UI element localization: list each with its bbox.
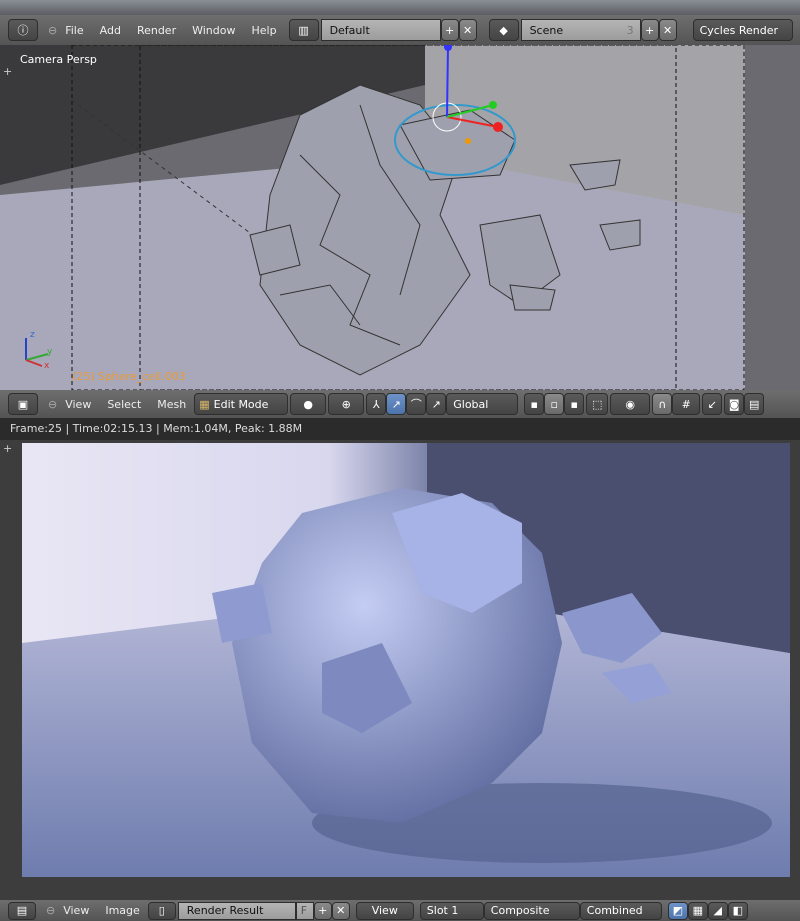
mode-label: Edit Mode	[213, 397, 269, 411]
render-animation-icon[interactable]: ▤	[744, 393, 765, 415]
unlink-image-button[interactable]: ✕	[331, 901, 350, 920]
pivot-point-select[interactable]: ⊕	[328, 393, 365, 415]
draw-alpha-checker-icon[interactable]: ▦	[687, 901, 708, 920]
menu-view[interactable]: View	[65, 398, 91, 411]
scene-icon[interactable]: ◆	[488, 19, 519, 41]
layout-field[interactable]: Default	[320, 19, 441, 41]
menu-add[interactable]: Add	[100, 24, 121, 37]
editor-type-image-icon[interactable]: ▤	[8, 901, 36, 920]
editor-type-info-icon[interactable]: ⓘ	[8, 19, 38, 41]
slot-select[interactable]: Slot 1	[419, 901, 484, 920]
collapse-icon[interactable]: ⊖	[48, 398, 57, 411]
image-editor-header: ▤ ⊖ View Image ▯ Render Result F + ✕ Vie…	[0, 900, 800, 921]
fake-user-button[interactable]: F	[295, 901, 314, 920]
menu-render[interactable]: Render	[137, 24, 176, 37]
rotate-manipulator-icon[interactable]: ⌒	[406, 393, 427, 415]
screen-layout-icon[interactable]: ▥	[288, 19, 319, 41]
browse-image-icon[interactable]: ▯	[147, 901, 176, 920]
scene-users-count: 3	[626, 23, 634, 37]
render-layer-select[interactable]: Composite	[483, 901, 580, 920]
rendered-scene	[22, 443, 790, 877]
view-label: Camera Persp	[20, 53, 97, 66]
image-name-field[interactable]: Render Result	[177, 901, 296, 920]
manipulator-toggle-icon[interactable]: ⅄	[366, 393, 387, 415]
mode-select[interactable]: ▦ Edit Mode	[194, 393, 289, 415]
menu-select[interactable]: Select	[107, 398, 141, 411]
edit-mode-icon: ▦	[199, 397, 210, 411]
menu-window[interactable]: Window	[192, 24, 235, 37]
add-scene-button[interactable]: +	[640, 19, 659, 41]
viewport-header: ▣ ⊖ View Select Mesh ▦ Edit Mode ● ⊕ ⅄ ↗ …	[0, 390, 800, 418]
paste-icon[interactable]: ↙	[702, 393, 723, 415]
viewport-shading-select[interactable]: ●	[290, 393, 327, 415]
viewport-scene	[0, 45, 800, 390]
draw-alpha-only-icon[interactable]: ◧	[727, 901, 748, 920]
face-select-icon[interactable]: ▪	[564, 393, 585, 415]
render-opengl-icon[interactable]: ◙	[724, 393, 745, 415]
axis-y-label: y	[47, 347, 53, 357]
vertex-select-icon[interactable]: ▪	[524, 393, 545, 415]
draw-zbuffer-icon[interactable]: ◢	[707, 901, 728, 920]
menu-mesh[interactable]: Mesh	[157, 398, 186, 411]
axis-x-label: x	[44, 361, 50, 371]
window-top-strip	[0, 0, 800, 15]
delete-scene-button[interactable]: ✕	[658, 19, 677, 41]
info-header: ⓘ ⊖ File Add Render Window Help ▥ Defaul…	[0, 15, 800, 45]
snap-element-select[interactable]: #	[672, 393, 701, 415]
scene-name: Scene	[529, 23, 564, 37]
scene-field[interactable]: Scene 3	[520, 19, 641, 41]
render-engine-select[interactable]: Cycles Render	[692, 19, 793, 41]
scale-manipulator-icon[interactable]: ↗	[426, 393, 447, 415]
editor-type-3d-icon[interactable]: ▣	[8, 393, 38, 415]
new-image-button[interactable]: +	[313, 901, 332, 920]
draw-image-alpha-icon[interactable]: ◩	[667, 901, 688, 920]
edge-select-icon[interactable]: ▫	[544, 393, 565, 415]
render-result-image	[22, 443, 790, 877]
object-label: (25) Sphere_cell.003	[72, 370, 186, 383]
snap-toggle-icon[interactable]: ∩	[652, 393, 673, 415]
menu-file[interactable]: File	[65, 24, 83, 37]
3d-viewport[interactable]: Camera Persp + z y x (25) Sphere_cell.00…	[0, 45, 800, 390]
delete-layout-button[interactable]: ✕	[458, 19, 477, 41]
transform-orientation-select[interactable]: Global	[446, 393, 519, 415]
render-status-bar: Frame:25 | Time:02:15.13 | Mem:1.04M, Pe…	[0, 418, 800, 440]
add-layout-button[interactable]: +	[440, 19, 459, 41]
menu-image[interactable]: Image	[105, 904, 139, 917]
axis-gizmo-icon	[25, 338, 49, 367]
render-pass-select[interactable]: Combined	[579, 901, 662, 920]
collapse-icon[interactable]: ⊖	[46, 904, 55, 917]
limit-selection-icon[interactable]: ⬚	[586, 393, 609, 415]
toolshelf-plus-icon[interactable]: +	[3, 442, 12, 455]
translate-manipulator-icon[interactable]: ↗	[386, 393, 407, 415]
collapse-icon[interactable]: ⊖	[48, 24, 57, 37]
menu-help[interactable]: Help	[251, 24, 276, 37]
proportional-edit-select[interactable]: ◉	[610, 393, 651, 415]
toolshelf-plus-icon[interactable]: +	[3, 65, 12, 78]
menu-view[interactable]: View	[63, 904, 89, 917]
axis-z-label: z	[30, 330, 35, 340]
view-mode-select[interactable]: View	[355, 901, 414, 920]
